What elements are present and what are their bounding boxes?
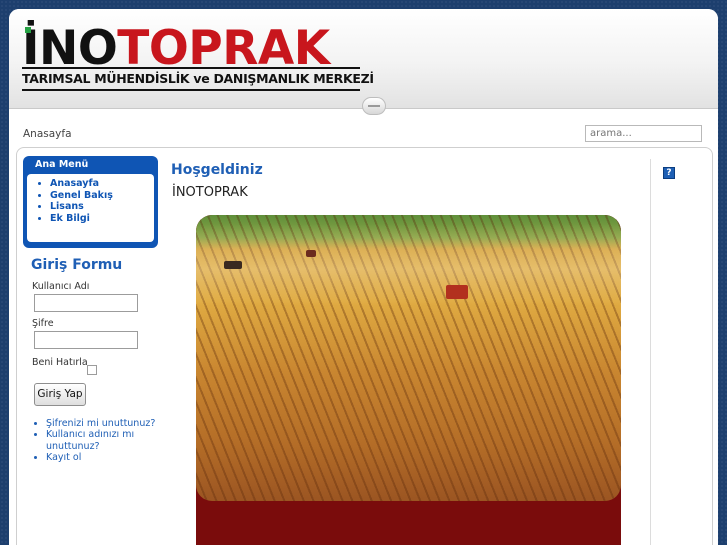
main-menu: Ana Menü Anasayfa Genel Bakış Lisans Ek … [23,156,158,248]
password-label: Şifre [32,318,54,329]
username-field[interactable] [34,294,138,312]
article-title[interactable]: Hoşgeldiniz [171,162,263,178]
menu-item-anasayfa[interactable]: Anasayfa [50,178,113,190]
photo-haze [196,215,621,305]
username-label: Kullanıcı Adı [32,281,90,292]
login-button[interactable]: Giriş Yap [34,383,86,406]
search-input[interactable] [585,125,702,142]
logo-wordmark: İNOTOPRAK [22,25,330,73]
main-menu-list: Anasayfa Genel Bakış Lisans Ek Bilgi [27,178,113,224]
help-icon[interactable]: ? [663,167,675,179]
article-subtitle: İNOTOPRAK [172,185,248,200]
hero-frame [196,215,621,545]
login-links: Şifrenizi mi unuttunuz? Kullanıcı adınız… [31,418,164,463]
site-header: İNOTOPRAK TARIMSAL MÜHENDİSLİK ve DANIŞM… [9,9,718,115]
page: İNOTOPRAK TARIMSAL MÜHENDİSLİK ve DANIŞM… [9,9,718,545]
forgot-username-link[interactable]: Kullanıcı adınızı mı unuttunuz? [46,429,164,452]
main-menu-title: Ana Menü [35,159,89,170]
remember-checkbox[interactable] [87,365,97,375]
password-field[interactable] [34,331,138,349]
main-menu-body: Anasayfa Genel Bakış Lisans Ek Bilgi [27,174,154,242]
site-logo[interactable]: İNOTOPRAK TARIMSAL MÜHENDİSLİK ve DANIŞM… [22,25,374,91]
header-collapse-handle[interactable] [362,97,386,115]
forgot-password-link[interactable]: Şifrenizi mi unuttunuz? [46,418,164,429]
breadcrumb[interactable]: Anasayfa [23,128,72,140]
register-link[interactable]: Kayıt ol [46,452,164,463]
hero-image [196,215,621,545]
menu-item-ek-bilgi[interactable]: Ek Bilgi [50,213,113,225]
farm-field-photo [196,215,621,501]
logo-green-square [25,27,31,33]
right-column-divider [650,159,651,545]
menu-item-lisans[interactable]: Lisans [50,201,113,213]
login-form-title: Giriş Formu [31,257,123,273]
handle-grip-icon [368,105,380,107]
tractor-icon [224,261,242,269]
menu-item-genel-bakis[interactable]: Genel Bakış [50,190,113,202]
remember-label: Beni Hatırla [32,357,88,368]
logo-subtitle: TARIMSAL MÜHENDİSLİK ve DANIŞMANLIK MERK… [22,67,374,91]
tractor-icon [306,250,316,257]
combine-harvester-icon [446,285,468,299]
